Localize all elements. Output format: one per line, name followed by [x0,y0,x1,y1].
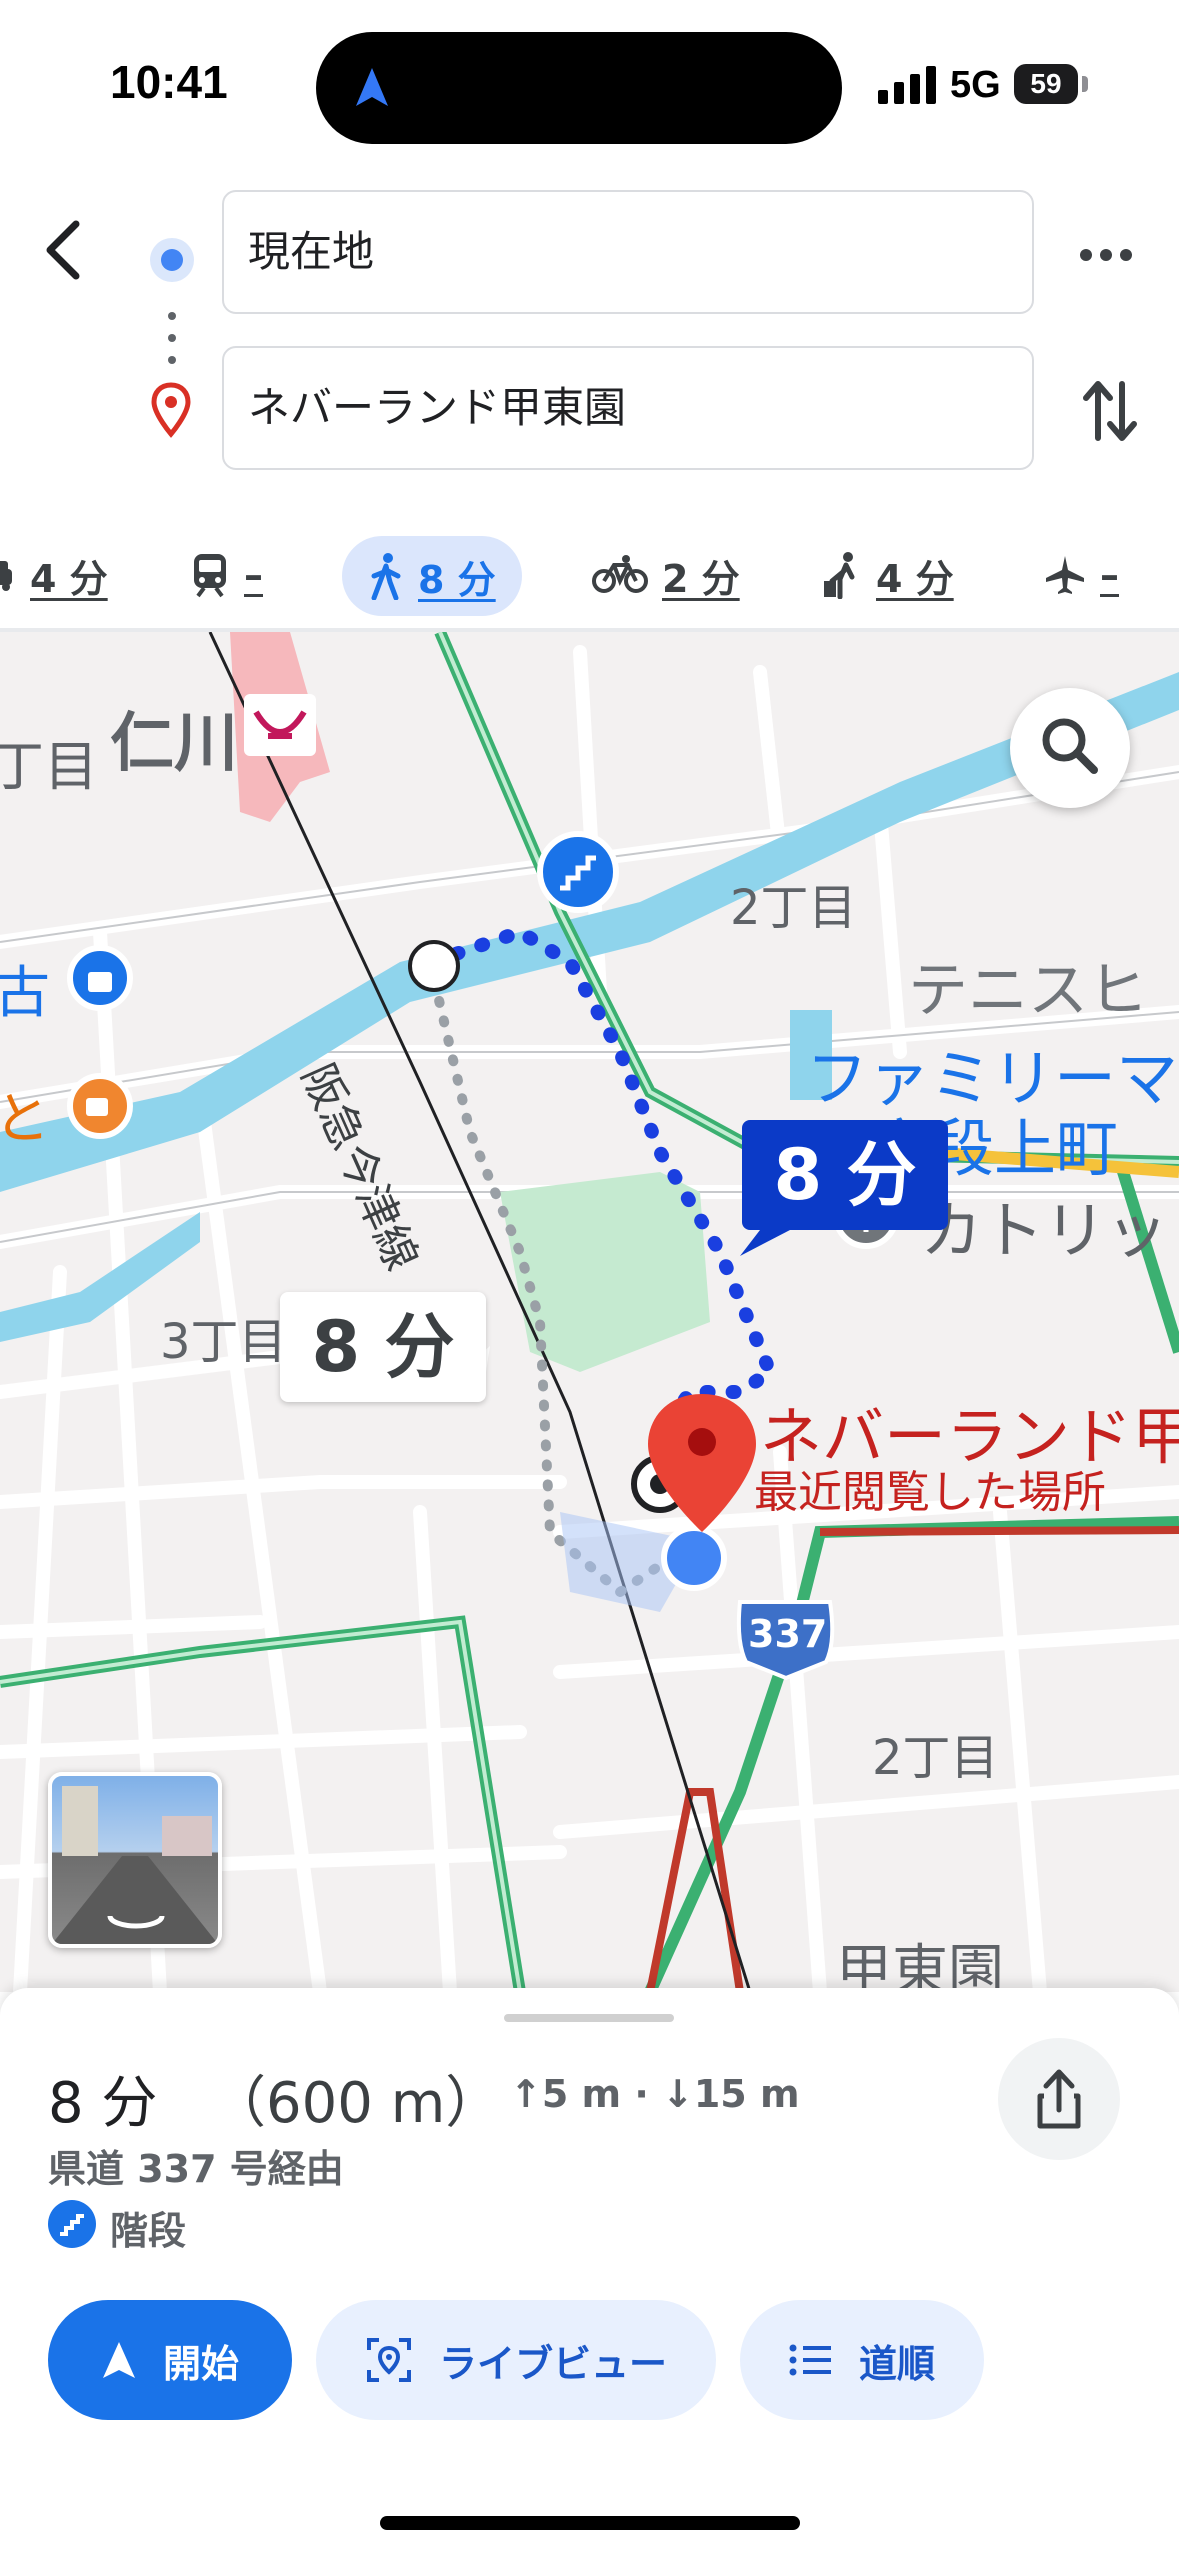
route-note: 階段 [110,2209,187,2253]
bicycle-icon [592,555,648,593]
map-label-2chome-top: 2丁目 [730,880,857,936]
navigation-arrow-icon [102,2342,135,2378]
mode-flight-label: – [1100,553,1119,597]
more-options-icon[interactable] [1076,240,1136,270]
connector-dot [168,356,176,364]
map-label-ninagawa: 仁川 [110,707,238,781]
sheet-drag-handle[interactable] [504,2014,674,2022]
mode-walk[interactable]: 8 分 [342,536,522,616]
steps-button[interactable]: 道順 [740,2300,984,2420]
map-view[interactable]: 丁目 仁川 2丁目 テニスヒ ファミリーマ 宮段上町 カトリッ 3丁目 阪急今津… [0,632,1179,1992]
mode-transit-label: – [244,553,263,597]
swap-direction-icon[interactable] [1080,376,1140,446]
map-label-recent: 最近閲覧した場所 [754,1467,1106,1518]
live-view-button-label: ライブビュー [438,2341,667,2386]
route-summary-sheet: 8 分 （600 m） ↑5 m · ↓15 m 県道 337 号経由 階段 開… [0,1988,1179,2556]
selected-route-time-badge[interactable]: 8 分 [742,1120,948,1230]
connector-dot [168,312,176,320]
street-view-thumbnail[interactable] [48,1772,222,1948]
origin-field[interactable]: 現在地 [222,190,1034,314]
travel-mode-bar: 4 分 – 8 分 2 分 4 分 – [0,520,1179,630]
dynamic-island [316,32,842,144]
home-indicator[interactable] [380,2516,800,2530]
map-label-cafe: と [0,1087,50,1152]
network-type: 5G [950,64,1001,106]
car-icon [0,561,12,591]
mode-ride-label: 4 分 [876,556,954,601]
battery-tip [1082,76,1088,92]
map-label-chome-left: 丁目 [0,735,98,798]
destination-pin-icon [151,382,191,438]
signal-icon [878,66,936,104]
mode-flight[interactable]: – [1044,520,1119,630]
mode-walk-label: 8 分 [418,557,496,602]
map-label-kotoen: 甲東園 [836,1939,1004,1992]
destination-field[interactable]: ネバーランド甲東園 [222,346,1034,470]
navigation-arrow-icon [356,68,388,106]
mode-bike-label: 2 分 [662,556,740,601]
map-label-3chome: 3丁目 [160,1314,287,1370]
mode-car[interactable]: 4 分 [0,520,108,630]
live-view-button[interactable]: ライブビュー [316,2300,716,2420]
battery-indicator: 59 [1014,64,1078,104]
alternate-route-time-badge[interactable]: 8 分 [280,1292,486,1402]
share-icon[interactable] [998,2038,1120,2160]
ride-hail-icon [824,552,855,599]
train-icon [194,554,226,598]
mode-bike[interactable]: 2 分 [592,520,740,630]
list-icon [789,2344,831,2376]
origin-dot-icon [150,238,194,282]
map-label-catholic: カトリッ [920,1194,1169,1267]
live-view-icon [366,2338,411,2382]
steps-button-label: 道順 [858,2341,935,2386]
route-via: 県道 337 号経由 [48,2147,344,2191]
start-button[interactable]: 開始 [48,2300,292,2420]
start-button-label: 開始 [162,2341,239,2386]
street-view-image [52,1786,218,1944]
airplane-icon [1046,556,1084,594]
map-label-2chome-bottom: 2丁目 [872,1730,999,1786]
route-distance: （600 m） [210,2071,502,2136]
map-label-shop: 古 [0,961,50,1026]
map-search-icon[interactable] [1010,688,1130,808]
mode-transit[interactable]: – [190,520,263,630]
route-duration: 8 分 [48,2071,158,2136]
walk-icon [371,553,401,600]
mode-ride[interactable]: 4 分 [822,520,954,630]
route-elevation: ↑5 m · ↓15 m [510,2072,800,2116]
route-shield-337: 337 [748,1612,828,1656]
mode-car-label: 4 分 [30,556,108,601]
back-arrow-icon[interactable] [30,210,100,290]
status-time: 10:41 [110,56,228,108]
stairs-icon [48,2200,96,2248]
map-label-tennis: テニスヒ [908,956,1148,1026]
connector-dot [168,334,176,342]
